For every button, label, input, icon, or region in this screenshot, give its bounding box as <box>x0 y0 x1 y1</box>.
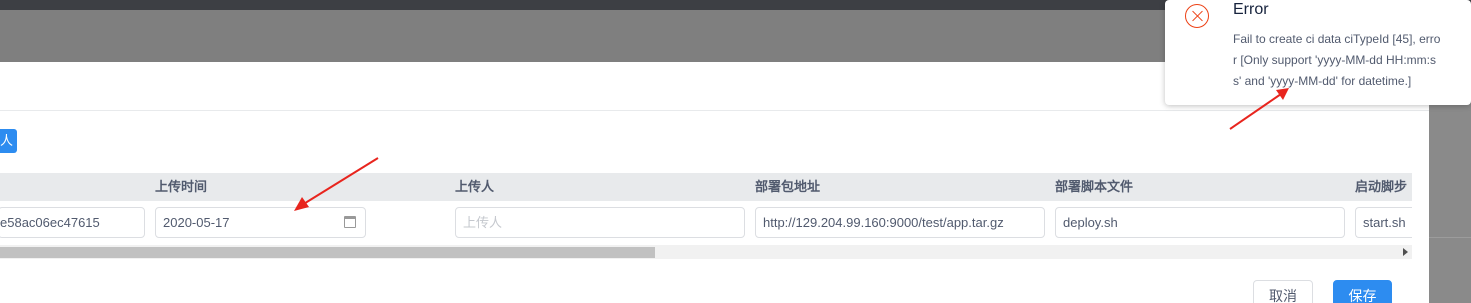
background-divider <box>1429 237 1471 238</box>
error-circle-icon <box>1185 4 1209 28</box>
horizontal-scrollbar[interactable] <box>0 245 1412 259</box>
column-header-deploy-script: 部署脚本文件 <box>1055 179 1134 194</box>
type-tag[interactable]: 人 <box>0 129 17 153</box>
notification-message-line: Fail to create ci data ciTypeId [45], er… <box>1233 32 1441 46</box>
notification-message: Fail to create ci data ciTypeId [45], er… <box>1233 29 1471 92</box>
package-url-input[interactable]: http://129.204.99.160:9000/test/app.tar.… <box>755 207 1045 238</box>
cancel-button[interactable]: 取消 <box>1253 280 1313 303</box>
save-button[interactable]: 保存 <box>1333 280 1392 303</box>
column-header-start-script: 启动脚步 <box>1355 179 1408 194</box>
column-header-upload-time: 上传时间 <box>155 179 208 194</box>
error-notification: Error Fail to create ci data ciTypeId [4… <box>1165 0 1471 105</box>
scroll-right-arrow-icon[interactable] <box>1403 248 1408 256</box>
column-header-uploader: 上传人 <box>455 179 495 194</box>
uploader-input[interactable]: 上传人 <box>455 207 745 238</box>
table-header: 上传时间 上传人 部署包地址 部署脚本文件 启动脚步 <box>0 173 1412 201</box>
scrollbar-thumb[interactable] <box>0 247 655 258</box>
start-script-input[interactable]: start.sh <box>1355 207 1412 238</box>
column-header-package-url: 部署包地址 <box>755 179 821 194</box>
notification-title: Error <box>1233 1 1269 18</box>
upload-time-value: 2020-05-17 <box>163 215 230 230</box>
notification-message-line: s' and 'yyyy-MM-dd' for datetime.] <box>1233 74 1412 88</box>
calendar-icon[interactable] <box>344 216 356 228</box>
modal-header-divider <box>0 110 1429 111</box>
upload-time-datepicker[interactable]: 2020-05-17 <box>155 207 366 238</box>
deploy-script-input[interactable]: deploy.sh <box>1055 207 1345 238</box>
guid-input[interactable]: e58ac06ec47615 <box>0 207 145 238</box>
notification-message-line: r [Only support 'yyyy-MM-dd HH:mm:s <box>1233 53 1436 67</box>
